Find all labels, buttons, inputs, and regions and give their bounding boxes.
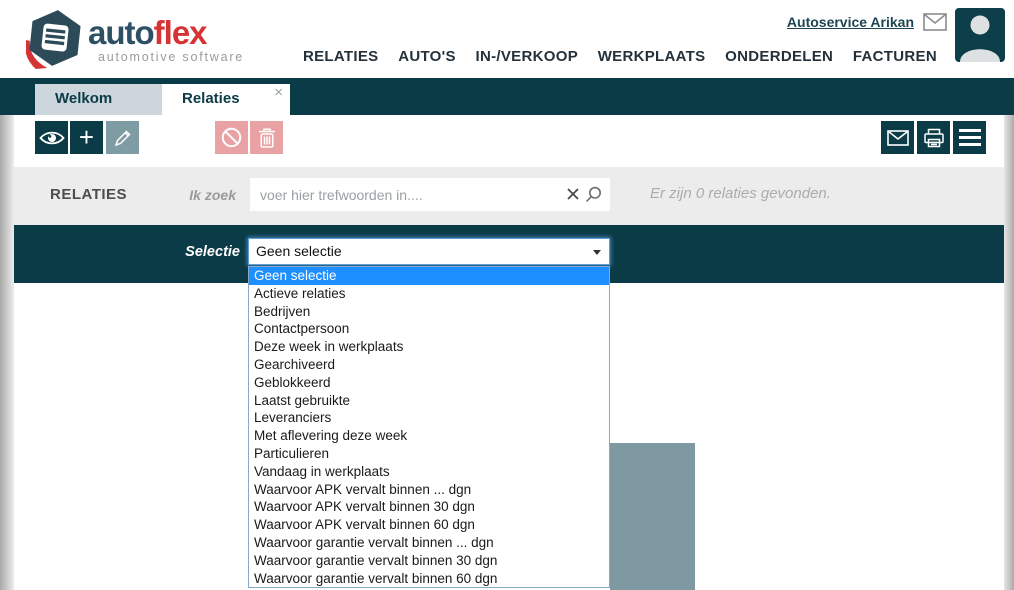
user-name-link[interactable]: Autoservice Arikan	[787, 14, 914, 30]
tab-relaties[interactable]: Relaties ×	[162, 84, 290, 115]
clear-search-icon[interactable]	[567, 188, 579, 200]
tab-strip: Welkom Relaties ×	[35, 84, 290, 115]
nav-item-werkplaats[interactable]: WERKPLAATS	[598, 48, 706, 65]
brand-tagline: automotive software	[98, 50, 244, 64]
block-icon	[220, 126, 243, 149]
view-button[interactable]	[35, 121, 68, 154]
results-status: Er zijn 0 relaties gevonden.	[650, 185, 831, 202]
nav-item-in-verkoop[interactable]: IN-/VERKOOP	[476, 48, 578, 65]
add-button[interactable]: +	[70, 121, 103, 154]
toolbar: +	[14, 115, 1004, 167]
delete-button[interactable]	[250, 121, 283, 154]
dropdown-option[interactable]: Gearchiveerd	[249, 356, 609, 374]
tab-label: Welkom	[55, 90, 112, 107]
page-edge-left	[0, 115, 14, 590]
brand-wordmark: autoflex	[88, 14, 207, 52]
dropdown-option[interactable]: Contactpersoon	[249, 320, 609, 338]
tab-label: Relaties	[182, 90, 240, 107]
selection-selected-value: Geen selectie	[256, 243, 342, 259]
page-edge-right	[1004, 115, 1014, 590]
autoflex-logo[interactable]: autoflex automotive software	[26, 6, 226, 72]
main-nav: RELATIES AUTO'S IN-/VERKOOP WERKPLAATS ONDER…	[303, 48, 937, 65]
selection-select[interactable]: Geen selectie	[248, 238, 610, 265]
nav-item-facturen[interactable]: FACTUREN	[853, 48, 937, 65]
block-button[interactable]	[215, 121, 248, 154]
dropdown-option[interactable]: Waarvoor garantie vervalt binnen 60 dgn	[249, 570, 609, 588]
dropdown-option[interactable]: Particulieren	[249, 445, 609, 463]
eye-icon	[39, 129, 65, 147]
dropdown-option[interactable]: Geblokkeerd	[249, 374, 609, 392]
dropdown-option[interactable]: Met aflevering deze week	[249, 427, 609, 445]
nav-item-onderdelen[interactable]: ONDERDELEN	[725, 48, 833, 65]
dropdown-option[interactable]: Laatst gebruikte	[249, 392, 609, 410]
content-placeholder-box	[610, 443, 695, 590]
dropdown-option[interactable]: Vandaag in werkplaats	[249, 463, 609, 481]
close-tab-icon[interactable]: ×	[274, 85, 283, 100]
pencil-icon	[113, 128, 133, 148]
tab-bar: Welkom Relaties ×	[0, 78, 1014, 115]
page-title: RELATIES	[50, 186, 127, 203]
app-header: autoflex automotive software RELATIES AUT…	[0, 0, 1014, 78]
nav-item-auto-s[interactable]: AUTO'S	[398, 48, 456, 65]
search-bar: RELATIES Ik zoek Er zijn 0 relaties gevo…	[14, 167, 1004, 225]
email-button[interactable]	[881, 121, 914, 154]
selection-label: Selectie	[144, 244, 240, 260]
edit-button[interactable]	[106, 121, 139, 154]
user-box: Autoservice Arikan	[787, 13, 947, 31]
dropdown-option[interactable]: Geen selectie	[249, 267, 609, 285]
dropdown-option[interactable]: Waarvoor APK vervalt binnen 60 dgn	[249, 516, 609, 534]
dropdown-option[interactable]: Bedrijven	[249, 303, 609, 321]
mail-icon[interactable]	[923, 13, 947, 31]
dropdown-option[interactable]: Waarvoor garantie vervalt binnen 30 dgn	[249, 552, 609, 570]
printer-icon	[923, 128, 945, 148]
tab-welkom[interactable]: Welkom	[35, 84, 162, 115]
envelope-icon	[887, 130, 909, 146]
plus-icon: +	[79, 124, 94, 150]
app-window: autoflex automotive software RELATIES AUT…	[0, 0, 1014, 590]
dropdown-option[interactable]: Waarvoor garantie vervalt binnen ... dgn	[249, 534, 609, 552]
dropdown-option[interactable]: Waarvoor APK vervalt binnen 30 dgn	[249, 498, 609, 516]
search-input[interactable]	[250, 178, 550, 211]
avatar[interactable]	[955, 8, 1005, 62]
dropdown-option[interactable]: Leveranciers	[249, 409, 609, 427]
selection-dropdown-list: Geen selectieActieve relatiesBedrijvenCo…	[248, 266, 610, 588]
person-silhouette-icon	[955, 8, 1005, 62]
search-label: Ik zoek	[154, 187, 236, 203]
dropdown-option[interactable]: Deze week in werkplaats	[249, 338, 609, 356]
dropdown-option[interactable]: Waarvoor APK vervalt binnen ... dgn	[249, 481, 609, 499]
print-button[interactable]	[917, 121, 950, 154]
search-field	[250, 178, 610, 211]
autoflex-logo-icon	[26, 8, 84, 70]
menu-button[interactable]	[953, 121, 986, 154]
chevron-down-icon	[593, 250, 601, 255]
nav-item-relaties[interactable]: RELATIES	[303, 48, 378, 65]
dropdown-option[interactable]: Actieve relaties	[249, 285, 609, 303]
search-icon[interactable]	[585, 186, 602, 203]
hamburger-menu-icon	[959, 129, 981, 146]
trash-icon	[257, 127, 277, 149]
